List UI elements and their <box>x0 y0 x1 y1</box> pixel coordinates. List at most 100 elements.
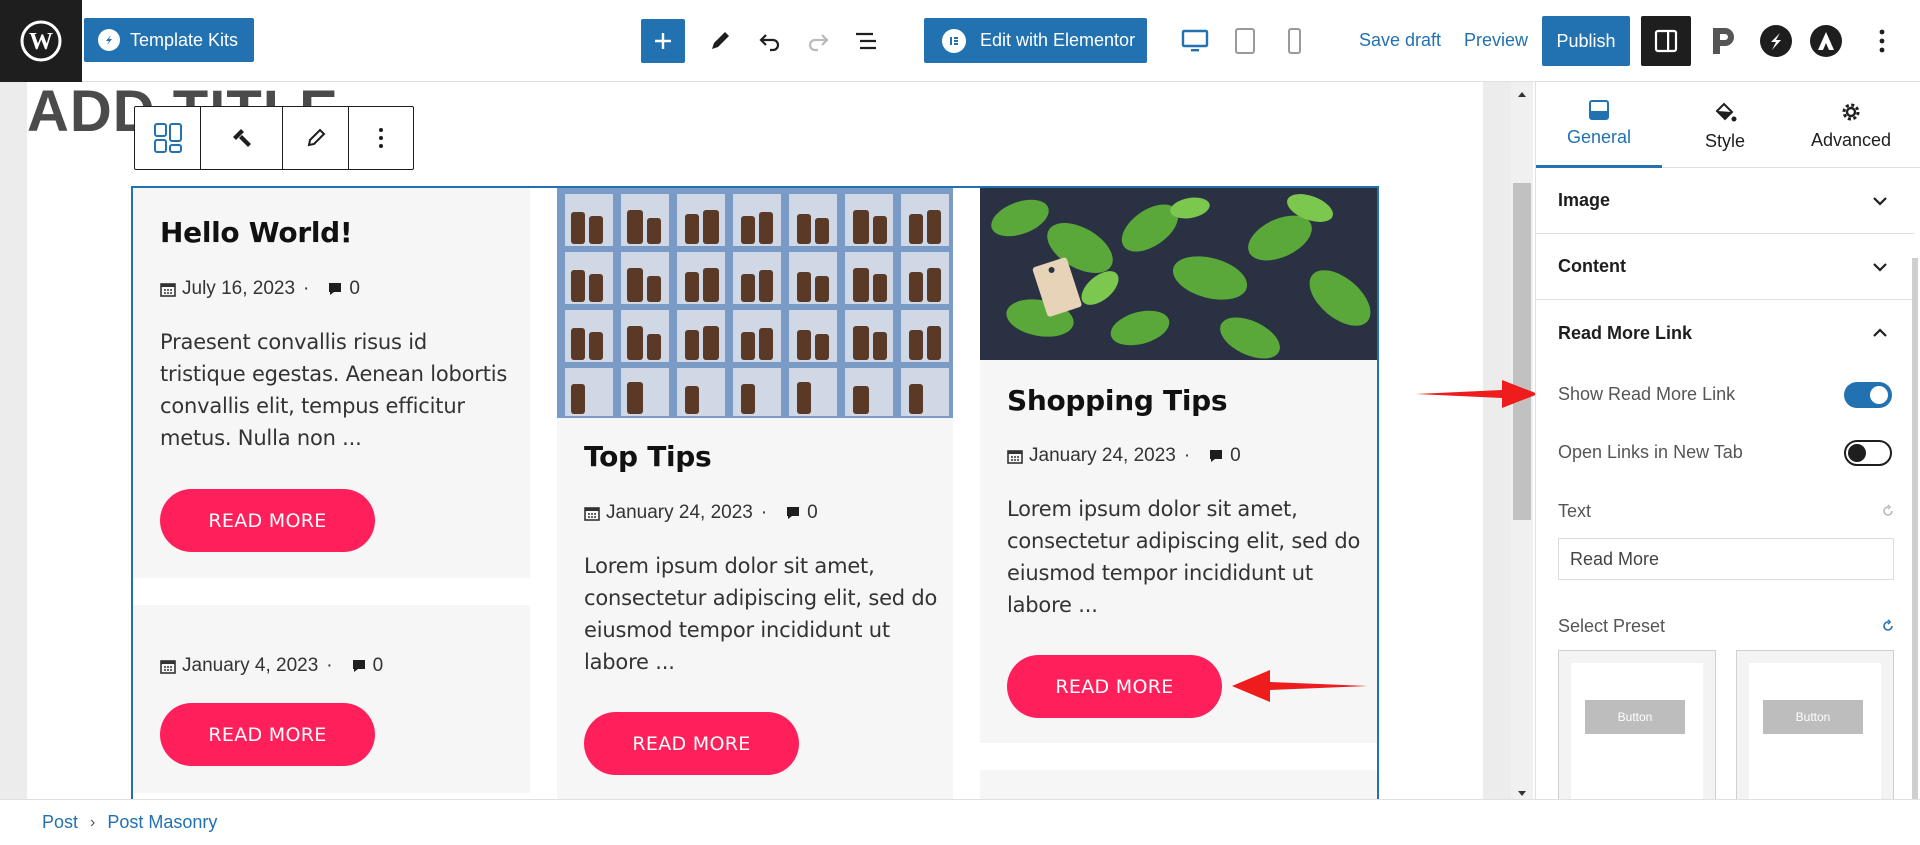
preset-preview: Button <box>1749 663 1881 799</box>
show-read-more-toggle[interactable] <box>1844 382 1892 408</box>
preview-button[interactable]: Preview <box>1464 30 1528 51</box>
astra-icon <box>1810 25 1842 57</box>
annotation-arrow-icon <box>1416 380 1538 408</box>
comment-count: 0 <box>1230 445 1241 466</box>
read-more-button[interactable]: READ MORE <box>160 703 375 766</box>
panel-scrollbar[interactable] <box>1912 258 1918 799</box>
post-title[interactable]: Hello World! <box>160 216 353 249</box>
astra-button[interactable] <box>1802 17 1850 65</box>
tab-style[interactable]: Style <box>1662 82 1788 168</box>
preset-option[interactable]: Button <box>1558 650 1716 799</box>
starter-templates-icon <box>98 29 120 51</box>
open-new-tab-toggle[interactable] <box>1844 440 1892 466</box>
post-title[interactable]: Shopping Tips <box>1007 384 1228 417</box>
calendar-icon <box>160 283 176 297</box>
open-new-tab-label: Open Links in New Tab <box>1558 442 1743 462</box>
show-read-more-label: Show Read More Link <box>1558 384 1736 404</box>
comment-icon <box>352 660 365 672</box>
more-vertical-icon <box>379 128 383 148</box>
post-card: January 4, 2023 · 0 READ MORE <box>133 605 530 793</box>
tablet-icon <box>1235 28 1255 54</box>
more-vertical-icon <box>1879 29 1885 53</box>
chevron-down-icon <box>1873 196 1887 206</box>
save-draft-button[interactable]: Save draft <box>1359 30 1441 51</box>
tablet-preview-button[interactable] <box>1225 21 1265 61</box>
post-meta: January 24, 2023 · 0 <box>584 502 818 524</box>
post-card: Shopping Tips January 24, 2023 · 0 Lorem… <box>980 188 1377 743</box>
edit-with-elementor-button[interactable]: Edit with Elementor <box>924 18 1147 63</box>
panel-tabs: General Style Advanced <box>1536 82 1920 168</box>
post-excerpt: Praesent convallis risus id tristique eg… <box>160 330 508 450</box>
wordpress-logo-button[interactable]: W <box>0 0 82 82</box>
read-more-text-input[interactable]: Read More <box>1558 538 1894 580</box>
mobile-preview-button[interactable] <box>1274 21 1314 61</box>
block-options-button[interactable] <box>349 107 413 169</box>
settings-sidebar-toggle[interactable] <box>1641 16 1691 66</box>
meta-separator: · <box>1183 445 1191 466</box>
read-more-button[interactable]: READ MORE <box>160 489 375 552</box>
block-type-button[interactable] <box>135 107 201 169</box>
post-date: January 4, 2023 <box>182 655 319 676</box>
options-menu-button[interactable] <box>1862 17 1902 65</box>
post-card: Hello World! July 16, 2023 · 0 Praesent … <box>133 188 530 578</box>
tab-advanced[interactable]: Advanced <box>1788 82 1914 168</box>
elementor-icon <box>942 28 966 53</box>
post-featured-image[interactable] <box>557 188 953 418</box>
styles-button[interactable] <box>201 107 283 169</box>
publish-button[interactable]: Publish <box>1542 16 1630 66</box>
toggle-knob <box>1870 386 1888 404</box>
tools-button[interactable] <box>700 21 740 61</box>
document-overview-button[interactable] <box>846 21 886 61</box>
tab-general-label: General <box>1566 127 1632 147</box>
sidebar-icon <box>1654 29 1678 53</box>
post-featured-image[interactable] <box>980 188 1377 360</box>
section-read-more-link[interactable]: Read More Link <box>1536 300 1914 366</box>
section-read-more-label: Read More Link <box>1558 322 1693 343</box>
section-image-label: Image <box>1558 190 1611 210</box>
canvas-scrollbar[interactable] <box>1511 82 1533 799</box>
meta-separator: · <box>303 278 310 299</box>
comment-count: 0 <box>349 278 360 299</box>
comment-icon <box>329 283 342 295</box>
post-card <box>980 770 1377 799</box>
section-content-label: Content <box>1558 256 1626 276</box>
block-inserter-button[interactable] <box>641 19 685 63</box>
edit-button[interactable] <box>283 107 349 169</box>
undo-button[interactable] <box>750 21 790 61</box>
section-image[interactable]: Image <box>1536 168 1914 234</box>
read-more-button[interactable]: READ MORE <box>1007 655 1222 718</box>
spectra-button[interactable] <box>1752 17 1800 65</box>
calendar-icon <box>160 660 176 674</box>
section-content[interactable]: Content <box>1536 234 1914 300</box>
template-kits-button[interactable]: Template Kits <box>84 18 255 62</box>
calendar-icon <box>584 507 600 521</box>
meta-separator: · <box>326 655 333 676</box>
comment-icon <box>787 507 800 519</box>
pencil-icon <box>712 32 729 49</box>
tab-advanced-label: Advanced <box>1810 129 1892 150</box>
redo-button[interactable] <box>798 21 838 61</box>
edit-with-elementor-label: Edit with Elementor <box>980 30 1136 50</box>
post-meta: January 24, 2023 · 0 <box>1007 445 1241 467</box>
gear-icon <box>1842 103 1860 120</box>
reset-preset-icon[interactable] <box>1881 619 1895 633</box>
mobile-icon <box>1288 28 1301 54</box>
annotation-arrow-icon <box>1232 670 1368 702</box>
plugin-p-button[interactable] <box>1700 17 1748 65</box>
preset-button-preview: Button <box>1585 700 1685 734</box>
post-meta: July 16, 2023 · 0 <box>160 278 360 300</box>
post-date: January 24, 2023 <box>606 502 753 523</box>
post-title[interactable]: Top Tips <box>584 440 712 473</box>
preset-option[interactable]: Button <box>1736 650 1894 799</box>
reset-icon[interactable] <box>1881 504 1895 518</box>
paint-bucket-icon <box>1715 102 1737 121</box>
calendar-icon <box>1007 450 1023 464</box>
spectra-icon <box>1760 25 1792 57</box>
desktop-icon <box>1181 29 1209 52</box>
breadcrumb-item[interactable]: Post Masonry <box>107 812 217 833</box>
desktop-preview-button[interactable] <box>1175 21 1215 61</box>
breadcrumb-item[interactable]: Post <box>42 812 78 833</box>
read-more-button[interactable]: READ MORE <box>584 712 799 775</box>
tab-general[interactable]: General <box>1536 82 1662 168</box>
canvas-scrollbar-thumb[interactable] <box>1513 183 1531 520</box>
